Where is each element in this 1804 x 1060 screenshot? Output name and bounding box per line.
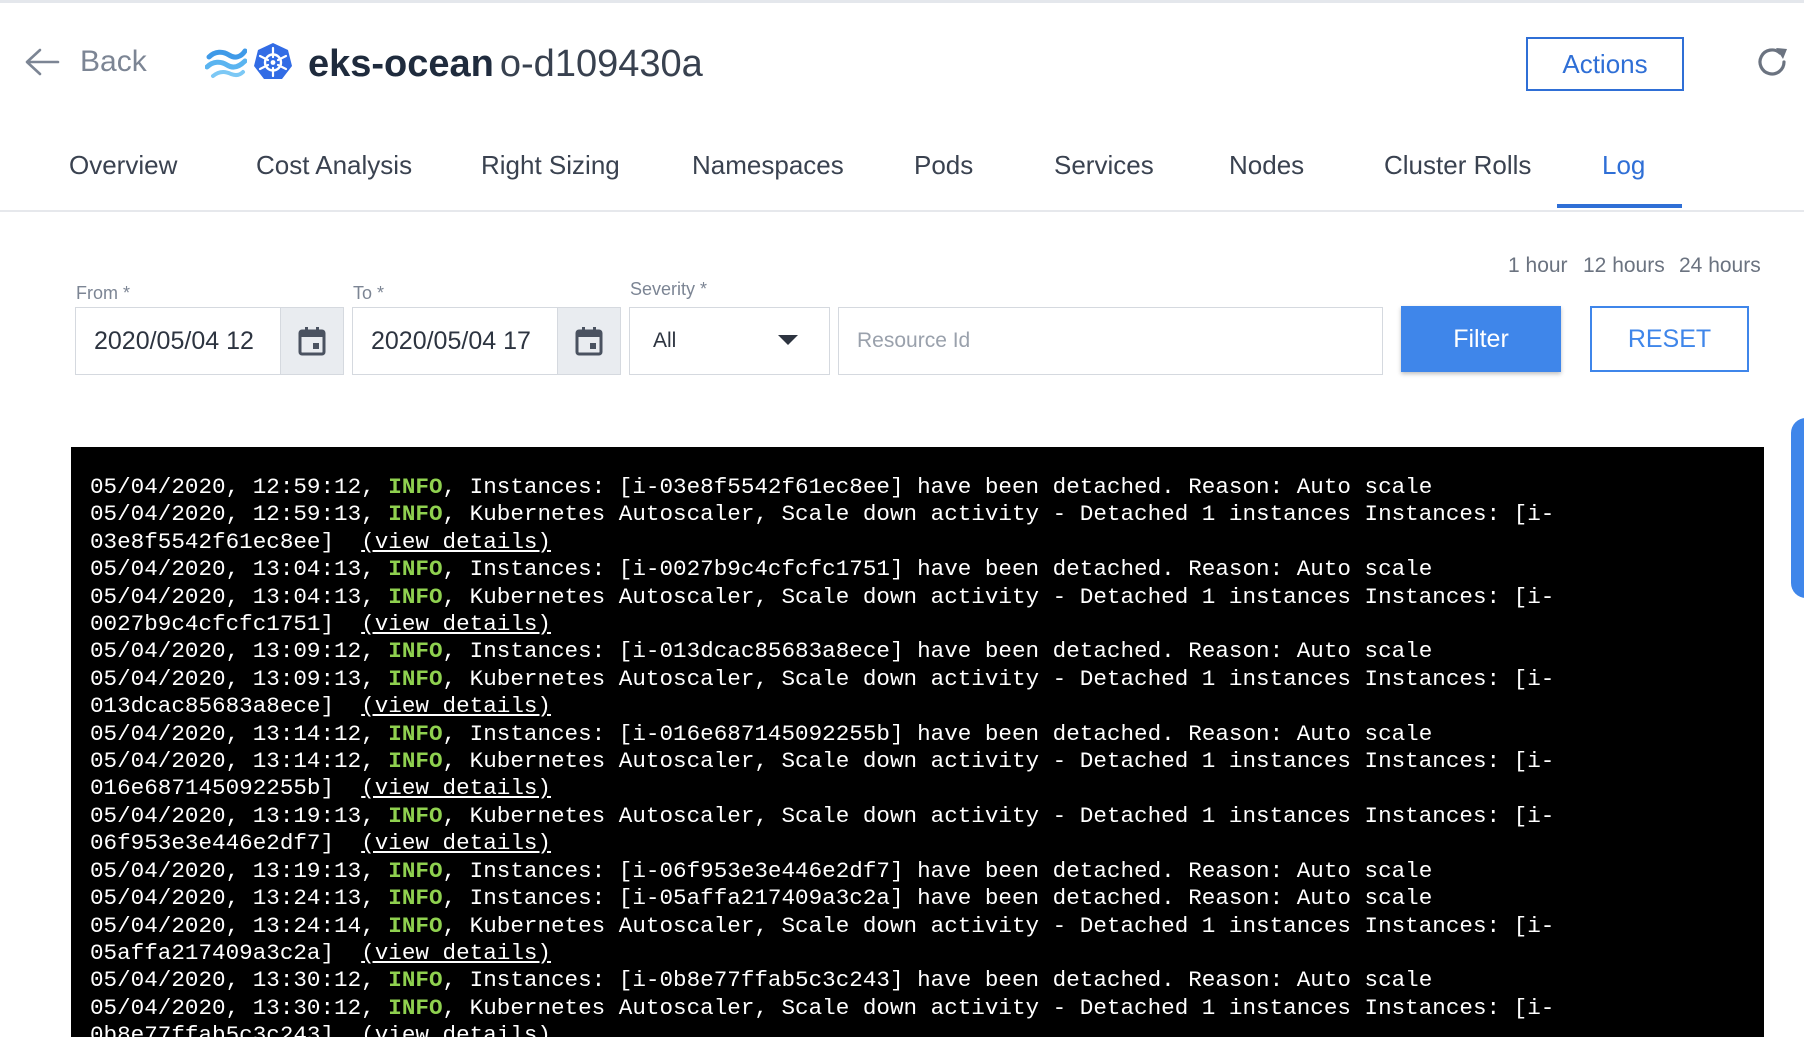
log-timestamp: 05/04/2020, 13:30:12, [90, 994, 389, 1021]
tab-cost-analysis[interactable]: Cost Analysis [256, 150, 412, 181]
log-timestamp: 05/04/2020, 13:30:12, [90, 967, 389, 994]
tab-nodes[interactable]: Nodes [1229, 150, 1304, 181]
tab-namespaces[interactable]: Namespaces [692, 150, 844, 181]
tab-bar: Overview Cost Analysis Right Sizing Name… [0, 128, 1804, 212]
severity-select[interactable]: All [629, 307, 830, 375]
view-details-link[interactable]: (view details) [361, 1022, 551, 1037]
from-calendar-button[interactable] [280, 307, 344, 375]
filter-button[interactable]: Filter [1401, 306, 1561, 372]
log-message: , Instances: [i-05affa217409a3c2a] have … [442, 885, 1433, 912]
log-entry: 05/04/2020, 13:30:12, INFO, Instances: [… [90, 967, 1750, 994]
to-label: To * [353, 283, 385, 303]
side-panel-handle[interactable] [1791, 418, 1804, 598]
tab-cluster-rolls[interactable]: Cluster Rolls [1384, 150, 1531, 181]
log-message: , Instances: [i-03e8f5542f61ec8ee] have … [442, 474, 1433, 500]
from-label: From * [76, 283, 130, 303]
log-timestamp: 05/04/2020, 13:19:13, [90, 802, 389, 829]
log-entry: 05/04/2020, 13:19:13, INFO, Instances: [… [90, 858, 1750, 885]
range-12-hours[interactable]: 12 hours [1583, 254, 1665, 278]
cluster-id: o-d109430a [499, 43, 703, 85]
log-severity: INFO [388, 967, 443, 994]
log-severity: INFO [388, 638, 443, 665]
kubernetes-logo-icon [254, 43, 292, 79]
range-24-hours[interactable]: 24 hours [1679, 254, 1761, 278]
log-entry: 05/04/2020, 13:09:12, INFO, Instances: [… [90, 638, 1750, 665]
view-details-link[interactable]: (view details) [361, 529, 551, 555]
to-date-field[interactable]: 2020/05/04 17 [352, 307, 558, 375]
log-entry: 05/04/2020, 13:14:12, INFO, Instances: [… [90, 721, 1750, 748]
view-details-link[interactable]: (view details) [361, 940, 551, 966]
log-severity: INFO [388, 556, 443, 583]
severity-label: Severity * [630, 279, 708, 299]
log-message: , Instances: [i-06f953e3e446e2df7] have … [442, 857, 1433, 884]
view-details-link[interactable]: (view details) [361, 693, 551, 719]
log-severity: INFO [388, 912, 443, 939]
back-label: Back [80, 45, 147, 78]
calendar-icon [298, 327, 326, 356]
tab-pods[interactable]: Pods [914, 150, 973, 181]
log-timestamp: 05/04/2020, 13:09:12, [90, 638, 389, 665]
active-tab-indicator [1557, 204, 1682, 208]
log-severity: INFO [388, 501, 443, 528]
log-severity: INFO [388, 748, 443, 775]
arrow-left-icon [25, 48, 60, 76]
log-timestamp: 05/04/2020, 12:59:13, [90, 501, 389, 528]
log-entry: 05/04/2020, 13:04:13, INFO, Instances: [… [90, 556, 1750, 583]
log-severity: INFO [388, 583, 443, 610]
top-border [0, 0, 1804, 3]
log-entry: 05/04/2020, 13:04:13, INFO, Kubernetes A… [90, 584, 1750, 639]
log-severity: INFO [388, 720, 443, 747]
page-title: eks-ocean o-d109430a [308, 38, 703, 90]
log-timestamp: 05/04/2020, 13:14:12, [90, 748, 389, 775]
tab-log[interactable]: Log [1602, 150, 1645, 181]
spot-ocean-logo-icon [205, 48, 247, 78]
log-timestamp: 05/04/2020, 12:59:12, [90, 474, 389, 500]
log-timestamp: 05/04/2020, 13:14:12, [90, 720, 389, 747]
tab-services[interactable]: Services [1054, 150, 1154, 181]
log-severity: INFO [388, 857, 443, 884]
log-entry: 05/04/2020, 13:24:13, INFO, Instances: [… [90, 885, 1750, 912]
severity-value: All [653, 329, 677, 352]
actions-button[interactable]: Actions [1526, 37, 1684, 91]
view-details-link[interactable]: (view details) [361, 775, 551, 801]
view-details-link[interactable]: (view details) [361, 611, 551, 637]
log-entry: 05/04/2020, 13:24:14, INFO, Kubernetes A… [90, 913, 1750, 968]
log-entry: 05/04/2020, 13:14:12, INFO, Kubernetes A… [90, 748, 1750, 803]
log-timestamp: 05/04/2020, 13:04:13, [90, 556, 389, 583]
to-calendar-button[interactable] [557, 307, 621, 375]
log-message: , Instances: [i-016e687145092255b] have … [442, 720, 1433, 747]
log-severity: INFO [388, 474, 443, 500]
log-timestamp: 05/04/2020, 13:09:13, [90, 665, 389, 692]
resource-id-input[interactable] [838, 307, 1383, 375]
log-entry: 05/04/2020, 13:30:12, INFO, Kubernetes A… [90, 995, 1750, 1037]
calendar-icon [575, 327, 603, 356]
log-timestamp: 05/04/2020, 13:24:13, [90, 885, 389, 912]
log-message: , Instances: [i-0027b9c4cfcfc1751] have … [442, 556, 1433, 583]
refresh-icon[interactable] [1754, 44, 1790, 80]
reset-button[interactable]: RESET [1590, 306, 1749, 372]
log-entry: 05/04/2020, 12:59:12, INFO, Instances: [… [90, 474, 1750, 501]
log-entry: 05/04/2020, 13:19:13, INFO, Kubernetes A… [90, 803, 1750, 858]
log-severity: INFO [388, 994, 443, 1021]
from-date-field[interactable]: 2020/05/04 12 [75, 307, 281, 375]
tab-overview[interactable]: Overview [69, 150, 177, 181]
log-panel[interactable]: 05/04/2020, 12:59:12, INFO, Instances: [… [71, 447, 1764, 1037]
log-timestamp: 05/04/2020, 13:24:14, [90, 912, 389, 939]
log-timestamp: 05/04/2020, 13:04:13, [90, 583, 389, 610]
log-message: , Instances: [i-0b8e77ffab5c3c243] have … [442, 967, 1433, 994]
view-details-link[interactable]: (view details) [361, 830, 551, 856]
dropdown-caret-icon [778, 335, 798, 345]
back-button[interactable]: Back [24, 40, 147, 84]
log-severity: INFO [388, 885, 443, 912]
log-entry: 05/04/2020, 12:59:13, INFO, Kubernetes A… [90, 501, 1750, 556]
cluster-name: eks-ocean [308, 43, 494, 85]
log-entry: 05/04/2020, 13:09:13, INFO, Kubernetes A… [90, 666, 1750, 721]
log-severity: INFO [388, 665, 443, 692]
log-severity: INFO [388, 802, 443, 829]
range-1-hour[interactable]: 1 hour [1508, 254, 1568, 278]
log-message: , Instances: [i-013dcac85683a8ece] have … [442, 638, 1433, 665]
log-lines: 05/04/2020, 12:59:12, INFO, Instances: [… [90, 474, 1750, 1037]
log-timestamp: 05/04/2020, 13:19:13, [90, 857, 389, 884]
tab-right-sizing[interactable]: Right Sizing [481, 150, 620, 181]
